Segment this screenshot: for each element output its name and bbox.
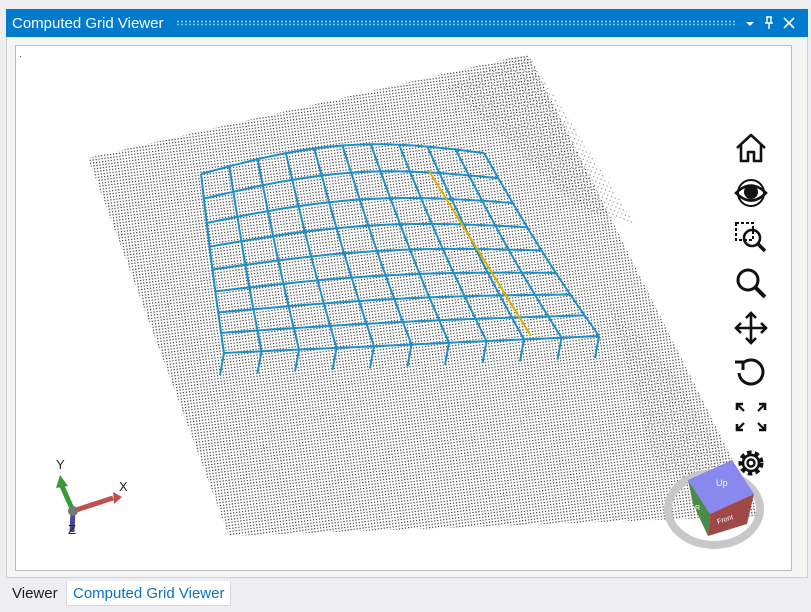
title-bar-grip xyxy=(176,20,736,26)
fit-extents-icon[interactable] xyxy=(731,398,771,436)
axis-triad: X Y Z xyxy=(56,457,128,537)
view-cube-top-label: Up xyxy=(716,478,728,488)
pan-icon[interactable] xyxy=(731,309,771,347)
zoom-window-icon[interactable] xyxy=(731,218,771,256)
pin-icon[interactable] xyxy=(761,14,777,32)
rotate-icon[interactable] xyxy=(731,354,771,392)
tab-computed-grid-viewer[interactable]: Computed Grid Viewer xyxy=(66,581,232,606)
viewer-toolbar xyxy=(731,46,791,570)
chevron-down-icon[interactable] xyxy=(742,14,758,32)
point-cloud xyxy=(88,54,761,536)
home-icon[interactable] xyxy=(731,128,771,166)
tab-viewer[interactable]: Viewer xyxy=(6,581,64,606)
view-cube-side-label: R xyxy=(695,505,700,512)
grid-viewport[interactable]: X Y Z Up Front R xyxy=(15,45,792,571)
settings-icon[interactable] xyxy=(731,444,771,482)
close-icon[interactable] xyxy=(781,14,797,32)
zoom-icon[interactable] xyxy=(731,264,771,302)
y-axis-label: Y xyxy=(56,457,65,472)
title-bar[interactable]: Computed Grid Viewer xyxy=(6,9,808,37)
eye-icon[interactable] xyxy=(731,174,771,212)
window-title: Computed Grid Viewer xyxy=(12,15,164,32)
axis-origin xyxy=(68,506,78,516)
z-axis-label: Z xyxy=(68,522,76,537)
x-axis-arrow xyxy=(72,495,114,514)
grid-scene[interactable]: X Y Z Up Front R xyxy=(16,46,792,571)
x-axis-label: X xyxy=(119,479,128,494)
